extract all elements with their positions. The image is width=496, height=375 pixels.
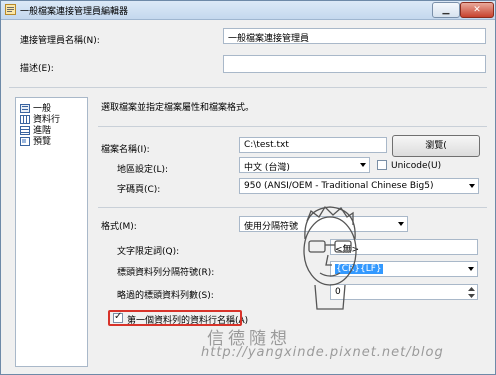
instruction-text: 選取檔案並指定檔案屬性和檔案格式。 bbox=[101, 103, 255, 113]
file-name-input[interactable]: C:\test.txt bbox=[239, 137, 387, 153]
file-name-label: 檔案名稱(I): bbox=[101, 145, 150, 155]
text-qualifier-label: 文字限定詞(Q): bbox=[117, 247, 180, 257]
title-bar[interactable]: 一般檔案連接管理員編輯器 ▁ ✕ bbox=[1, 1, 495, 20]
codepage-select[interactable]: 950 (ANSI/OEM - Traditional Chinese Big5… bbox=[239, 178, 479, 194]
spin-up-icon[interactable] bbox=[467, 286, 476, 292]
close-button[interactable]: ✕ bbox=[460, 2, 494, 18]
watermark-url: http://yangxinde.pixnet.net/blog bbox=[201, 345, 444, 360]
locale-label: 地區設定(L): bbox=[117, 165, 169, 175]
spin-down-icon[interactable] bbox=[467, 293, 476, 299]
chevron-down-icon bbox=[360, 163, 366, 167]
unicode-label: Unicode(U) bbox=[391, 161, 442, 171]
codepage-value: 950 (ANSI/OEM - Traditional Chinese Big5… bbox=[244, 181, 434, 191]
manager-name-label: 連接管理員名稱(N): bbox=[20, 36, 100, 46]
browse-button[interactable]: 瀏覽( bbox=[392, 135, 480, 157]
chevron-down-icon bbox=[398, 222, 404, 226]
divider bbox=[9, 87, 487, 88]
description-label: 描述(E): bbox=[20, 64, 54, 74]
minimize-icon: ▁ bbox=[442, 5, 450, 15]
unicode-checkbox[interactable] bbox=[377, 160, 387, 170]
page-tree[interactable]: 一般 資料行 進階 預覽 bbox=[15, 97, 88, 367]
locale-select[interactable]: 中文 (台灣) bbox=[239, 157, 370, 173]
description-input[interactable] bbox=[223, 55, 486, 73]
chevron-down-icon bbox=[469, 184, 475, 188]
window-title: 一般檔案連接管理員編輯器 bbox=[20, 7, 129, 17]
header-skip-label: 略過的標頭資料列數(S): bbox=[117, 291, 214, 301]
close-icon: ✕ bbox=[473, 5, 481, 15]
editor-window: 一般檔案連接管理員編輯器 ▁ ✕ 連接管理員名稱(N): 一般檔案連接管理員 描… bbox=[0, 0, 496, 375]
format-value: 使用分隔符號 bbox=[244, 222, 299, 232]
divider bbox=[98, 207, 487, 208]
chevron-down-icon bbox=[468, 267, 474, 271]
format-label: 格式(M): bbox=[101, 222, 137, 232]
preview-icon bbox=[20, 137, 30, 146]
tree-item-preview[interactable]: 預覽 bbox=[20, 134, 52, 147]
app-icon bbox=[5, 4, 16, 15]
header-delimiter-label: 標頭資料列分隔符號(R): bbox=[117, 268, 215, 278]
manager-name-input[interactable]: 一般檔案連接管理員 bbox=[223, 28, 486, 44]
watermark-avatar bbox=[303, 205, 357, 310]
codepage-label: 字碼頁(C): bbox=[117, 185, 161, 195]
tree-item-label: 預覽 bbox=[33, 137, 52, 147]
divider bbox=[98, 126, 487, 127]
minimize-button[interactable]: ▁ bbox=[432, 2, 460, 18]
locale-value: 中文 (台灣) bbox=[244, 163, 290, 173]
